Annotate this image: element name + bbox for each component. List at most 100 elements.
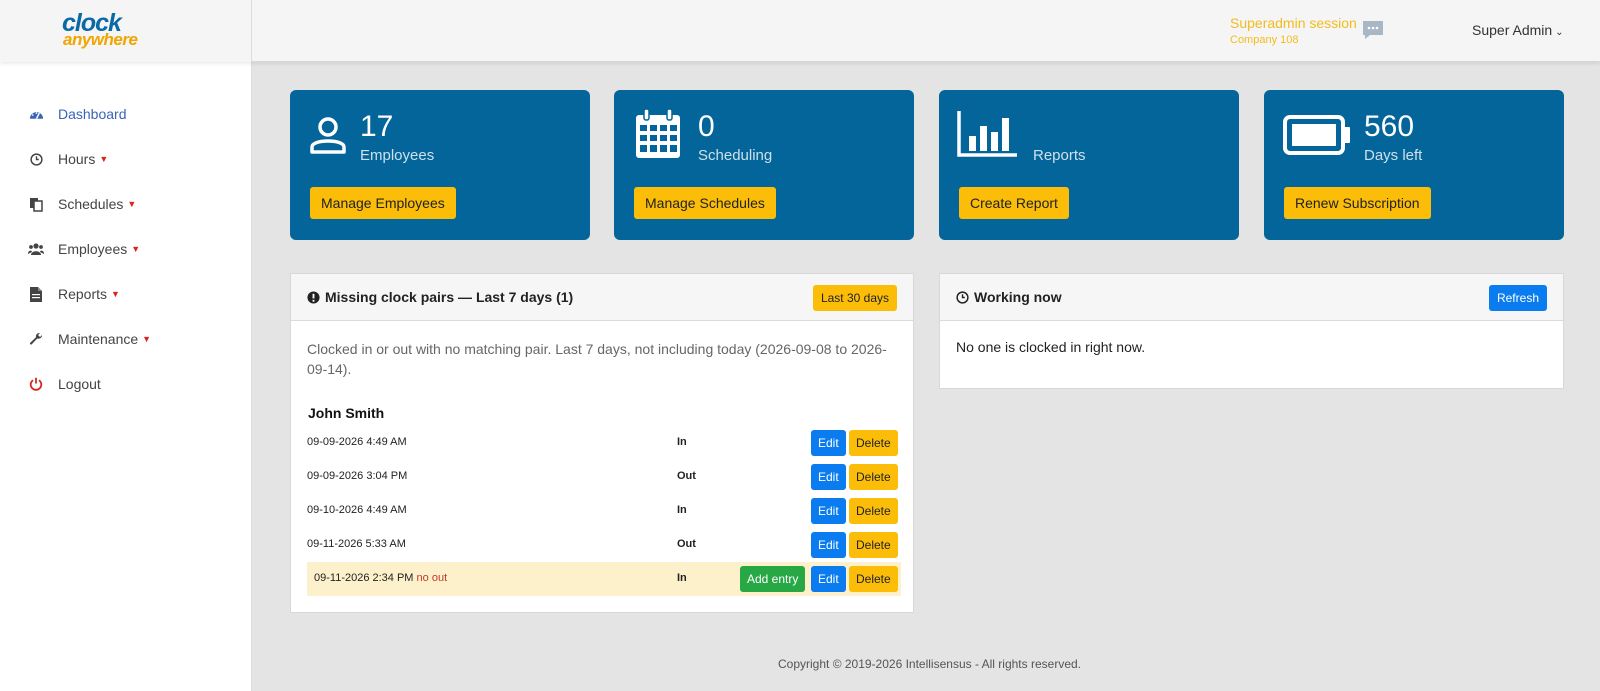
top-bar: clock anywhere Superadmin session Compan…: [0, 0, 1600, 62]
entry-date-text: 09-11-2026 2:34 PM: [314, 572, 414, 584]
session-company: Company 108: [1230, 34, 1299, 46]
sidebar-item-schedules[interactable]: Schedules ▼: [28, 192, 136, 216]
caret-down-icon: ▼: [142, 334, 152, 344]
edit-button[interactable]: Edit: [811, 498, 846, 524]
working-now-panel: Working now Refresh No one is clocked in…: [939, 273, 1564, 389]
user-icon: [310, 117, 346, 154]
bar-chart-icon: [957, 111, 1017, 157]
edit-button[interactable]: Edit: [811, 430, 846, 456]
reports-card: Reports Create Report: [939, 90, 1239, 240]
logo-text-anywhere: anywhere: [63, 30, 138, 49]
days-left-count: 560: [1364, 110, 1415, 143]
entry-date: 09-11-2026 2:34 PM no out: [314, 572, 447, 584]
edit-button[interactable]: Edit: [811, 566, 846, 592]
panel-title: Missing clock pairs — Last 7 days (1): [307, 289, 573, 305]
entry-date: 09-09-2026 3:04 PM: [307, 470, 408, 482]
refresh-button[interactable]: Refresh: [1488, 285, 1547, 311]
edit-button[interactable]: Edit: [811, 532, 846, 558]
table-row: 09-11-2026 5:33 AM Out Edit Delete: [307, 528, 901, 562]
table-row: 09-10-2026 4:49 AM In Edit Delete: [307, 494, 901, 528]
add-entry-button[interactable]: Add entry: [740, 566, 806, 592]
sidebar-item-label: Schedules: [58, 196, 124, 212]
chat-icon[interactable]: [1362, 20, 1384, 40]
sidebar-item-label: Dashboard: [58, 106, 127, 122]
missing-clock-pairs-panel: Missing clock pairs — Last 7 days (1) La…: [290, 273, 914, 613]
copy-icon: [28, 196, 44, 212]
entry-direction: Out: [677, 470, 696, 482]
panel-title-text: Missing clock pairs — Last 7 days (1): [325, 289, 574, 305]
dashboard-icon: [28, 106, 44, 122]
manage-employees-button[interactable]: Manage Employees: [310, 187, 456, 219]
days-left-label: Days left: [1364, 147, 1423, 164]
panel-title-text: Working now: [974, 289, 1062, 305]
calendar-icon: [636, 108, 680, 158]
table-row-highlighted: 09-11-2026 2:34 PM no out In Add entry E…: [307, 562, 901, 596]
chevron-down-icon: ⌄: [1555, 27, 1564, 38]
app-logo[interactable]: clock anywhere: [62, 10, 146, 52]
delete-button[interactable]: Delete: [849, 430, 898, 456]
file-icon: [28, 286, 44, 302]
subscription-card: 560 Days left Renew Subscription: [1264, 90, 1564, 240]
employees-card: 17 Employees Manage Employees: [290, 90, 590, 240]
panel-header: Working now Refresh: [940, 274, 1563, 321]
clock-icon: [28, 151, 44, 167]
users-icon: [28, 241, 44, 257]
employees-count: 17: [360, 110, 394, 143]
sidebar-item-logout[interactable]: Logout: [28, 372, 101, 396]
employees-label: Employees: [360, 147, 435, 164]
delete-button[interactable]: Delete: [849, 498, 898, 524]
caret-down-icon: ▼: [111, 289, 120, 299]
entry-direction: In: [677, 504, 687, 516]
sidebar-item-label: Maintenance: [58, 331, 139, 347]
scheduling-card: 0 Scheduling Manage Schedules: [614, 90, 914, 240]
sidebar-item-label: Employees: [58, 241, 128, 257]
working-now-empty-text: No one is clocked in right now.: [956, 339, 1146, 355]
delete-button[interactable]: Delete: [849, 464, 898, 490]
wrench-icon: [28, 331, 44, 347]
no-out-label: no out: [416, 572, 448, 584]
renew-subscription-button[interactable]: Renew Subscription: [1284, 187, 1431, 219]
employee-name: John Smith: [308, 405, 385, 421]
entry-direction: In: [677, 572, 687, 584]
footer-copyright: Copyright © 2019-2026 Intellisensus - Al…: [778, 657, 1081, 671]
panel-title: Working now: [956, 289, 1062, 305]
sidebar-item-hours[interactable]: Hours ▼: [28, 147, 108, 171]
entry-date: 09-10-2026 4:49 AM: [307, 504, 407, 516]
entry-date: 09-09-2026 4:49 AM: [307, 436, 407, 448]
delete-button[interactable]: Delete: [849, 566, 898, 592]
sidebar-item-label: Logout: [58, 376, 101, 392]
sidebar-item-label: Hours: [58, 151, 96, 167]
caret-down-icon: ▼: [99, 154, 109, 164]
battery-icon: [1283, 115, 1350, 155]
delete-button[interactable]: Delete: [849, 532, 898, 558]
scheduling-count: 0: [698, 110, 715, 143]
logo-area: clock anywhere: [0, 0, 252, 62]
user-name: Super Admin: [1472, 22, 1553, 38]
user-menu[interactable]: Super Admin ⌄: [1472, 22, 1564, 38]
create-report-button[interactable]: Create Report: [959, 187, 1069, 219]
entry-date: 09-11-2026 5:33 AM: [307, 538, 406, 550]
entry-direction: Out: [677, 538, 696, 550]
sidebar-item-reports[interactable]: Reports ▼: [28, 282, 120, 306]
power-icon: [28, 376, 44, 392]
table-row: 09-09-2026 3:04 PM Out Edit Delete: [307, 460, 901, 494]
last-30-days-button[interactable]: Last 30 days: [812, 285, 897, 311]
scheduling-label: Scheduling: [698, 147, 773, 164]
sidebar-item-employees[interactable]: Employees ▼: [28, 237, 140, 261]
sidebar-item-maintenance[interactable]: Maintenance ▼: [28, 327, 151, 351]
panel-header: Missing clock pairs — Last 7 days (1) La…: [291, 274, 913, 321]
info-circle-icon: [307, 290, 320, 304]
caret-down-icon: ▼: [131, 244, 141, 254]
missing-description: Clocked in or out with no matching pair.…: [307, 341, 887, 377]
sidebar: Dashboard Hours ▼ Schedules ▼ Employees ▼ R…: [0, 62, 252, 691]
clock-icon: [956, 290, 969, 304]
entry-direction: In: [677, 436, 687, 448]
sidebar-item-label: Reports: [58, 286, 108, 302]
table-row: 09-09-2026 4:49 AM In Edit Delete: [307, 426, 901, 460]
edit-button[interactable]: Edit: [811, 464, 846, 490]
session-title: Superadmin session: [1230, 15, 1357, 31]
sidebar-item-dashboard[interactable]: Dashboard: [28, 102, 127, 126]
manage-schedules-button[interactable]: Manage Schedules: [634, 187, 776, 219]
reports-label: Reports: [1033, 147, 1086, 164]
caret-down-icon: ▼: [127, 199, 137, 209]
